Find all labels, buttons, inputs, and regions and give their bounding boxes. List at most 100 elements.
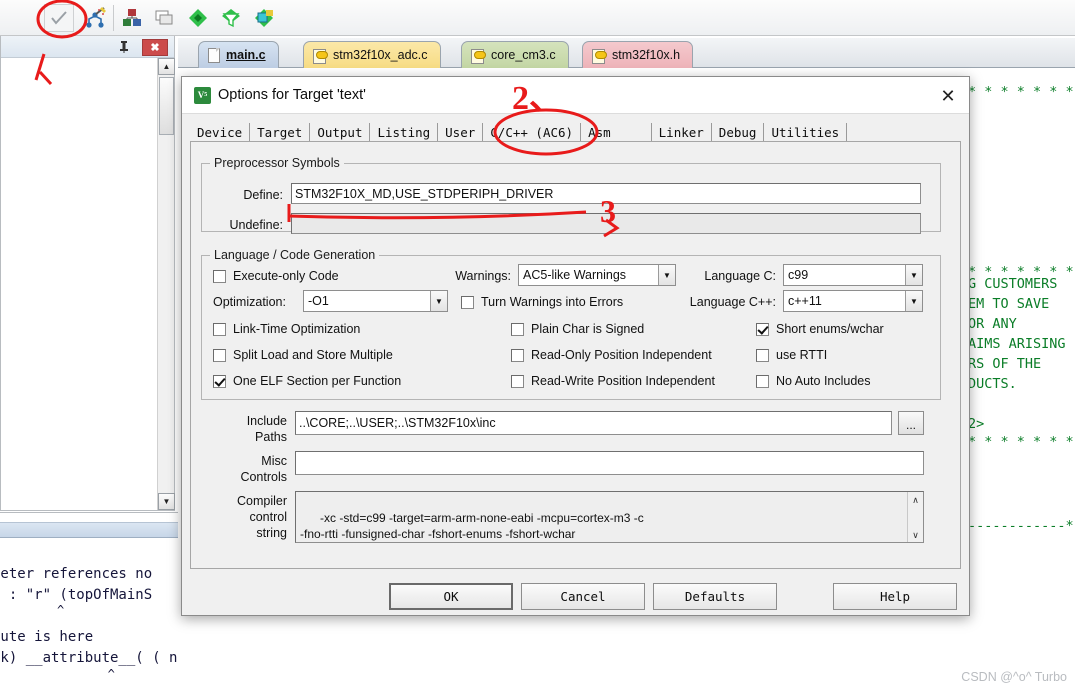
tab-target[interactable]: Target <box>250 123 311 143</box>
annotation-step-3: 3 <box>600 193 616 229</box>
short-enums-wchar-label: Short enums/wchar <box>776 322 884 336</box>
scroll-up-arrow[interactable]: ▲ <box>158 58 175 75</box>
language-cpp-select[interactable]: c++11 ▼ <box>783 290 923 312</box>
manage-project-items-icon[interactable] <box>117 4 147 32</box>
split-load-store-checkbox[interactable] <box>213 348 226 362</box>
chevron-down-icon[interactable]: ▼ <box>905 265 922 285</box>
pack-installer-icon-glyph <box>255 9 273 27</box>
split-load-store-checkbox-row[interactable]: Split Load and Store Multiple <box>213 348 393 362</box>
editor-tab-label: core_cm3.c <box>491 48 556 62</box>
pin-icon[interactable] <box>118 40 132 54</box>
windows-icon[interactable] <box>150 4 180 32</box>
execute-only-code-checkbox-row[interactable]: Execute-only Code <box>213 269 339 283</box>
execute-only-code-checkbox[interactable] <box>213 269 226 283</box>
project-panel: ✖ ▲ ▼ <box>0 36 175 511</box>
compiler-control-string-textarea[interactable]: -xc -std=c99 -target=arm-arm-none-eabi -… <box>295 491 924 543</box>
no-auto-includes-checkbox-row[interactable]: No Auto Includes <box>756 374 871 388</box>
warnings-value: AC5-like Warnings <box>523 268 627 282</box>
read-only-position-independent-checkbox-row[interactable]: Read-Only Position Independent <box>511 348 712 362</box>
warnings-select[interactable]: AC5-like Warnings ▼ <box>518 264 676 286</box>
include-paths-input[interactable]: ..\CORE;..\USER;..\STM32F10x\inc <box>295 411 892 435</box>
read-write-position-independent-label: Read-Write Position Independent <box>531 374 715 388</box>
compiler-control-string-value: -xc -std=c99 -target=arm-arm-none-eabi -… <box>300 511 644 541</box>
scroll-up-arrow[interactable]: ∧ <box>908 492 923 507</box>
scroll-down-arrow[interactable]: ∨ <box>908 527 923 542</box>
short-enums-wchar-checkbox-row[interactable]: Short enums/wchar <box>756 322 884 336</box>
editor-tab-main-c[interactable]: main.c <box>198 41 279 68</box>
editor-tab-label: stm32f10x.h <box>612 48 681 62</box>
use-rtti-label: use RTTI <box>776 348 828 362</box>
read-write-position-independent-checkbox[interactable] <box>511 374 524 388</box>
build-output-line: ^ <box>57 603 65 617</box>
code-line: EM TO SAVE <box>968 296 1050 312</box>
read-only-position-independent-checkbox[interactable] <box>511 348 524 362</box>
editor-tab-stm32f10x-adc-c[interactable]: stm32f10x_adc.c <box>303 41 441 68</box>
tab-linker[interactable]: Linker <box>652 123 712 143</box>
link-time-optimization-checkbox-row[interactable]: Link-Time Optimization <box>213 322 360 336</box>
plain-char-signed-checkbox[interactable] <box>511 322 524 336</box>
execute-only-code-label: Execute-only Code <box>233 269 339 283</box>
compiler-control-string-label-line3: string <box>256 526 287 540</box>
toolbar-separator <box>113 5 114 31</box>
editor-tab-strip: main.c stm32f10x_adc.c core_cm3.c stm32f… <box>178 38 1075 68</box>
use-rtti-checkbox-row[interactable]: use RTTI <box>756 348 827 362</box>
misc-controls-label-line1: Misc <box>261 454 287 468</box>
build-output-line: bute is here <box>0 629 94 645</box>
chevron-down-icon[interactable]: ▼ <box>905 291 922 311</box>
include-paths-label-line2: Paths <box>255 430 287 444</box>
code-line: ------------* <box>968 518 1074 534</box>
read-write-position-independent-checkbox-row[interactable]: Read-Write Position Independent <box>511 374 715 388</box>
editor-tab-core-cm3-c[interactable]: core_cm3.c <box>461 41 569 68</box>
editor-tab-label: main.c <box>226 48 266 62</box>
dialog-close-button[interactable]: ✕ <box>935 85 961 107</box>
one-elf-section-checkbox[interactable] <box>213 374 226 388</box>
chevron-down-icon[interactable]: ▼ <box>430 291 447 311</box>
turn-warnings-into-errors-checkbox[interactable] <box>461 295 474 309</box>
cancel-button[interactable]: Cancel <box>521 583 645 610</box>
code-line: 2> <box>968 416 985 432</box>
scroll-down-arrow[interactable]: ▼ <box>158 493 175 510</box>
check-icon-glyph <box>51 11 67 25</box>
project-panel-scrollbar[interactable]: ▲ ▼ <box>157 58 175 510</box>
tab-user[interactable]: User <box>438 123 484 143</box>
annotation-step-2: 2、 <box>512 80 563 117</box>
optimization-select[interactable]: -O1 ▼ <box>303 290 448 312</box>
ok-button[interactable]: OK <box>389 583 513 610</box>
link-time-optimization-label: Link-Time Optimization <box>233 322 361 336</box>
undefine-label: Undefine: <box>229 218 283 232</box>
short-enums-wchar-checkbox[interactable] <box>756 322 769 336</box>
editor-tab-stm32f10x-h[interactable]: stm32f10x.h <box>582 41 694 68</box>
code-line: OR ANY <box>968 316 1017 332</box>
tab-utilities[interactable]: Utilities <box>764 123 848 143</box>
tab-listing[interactable]: Listing <box>370 123 439 143</box>
link-time-optimization-checkbox[interactable] <box>213 322 226 336</box>
pack-installer-icon[interactable] <box>249 4 279 32</box>
scroll-thumb[interactable] <box>159 77 174 135</box>
chevron-down-icon[interactable]: ▼ <box>658 265 675 285</box>
preprocessor-symbols-legend: Preprocessor Symbols <box>214 156 340 170</box>
tab-output[interactable]: Output <box>310 123 371 143</box>
code-line: * * * * * * * * * * * * * * * * * * * * … <box>968 84 1074 100</box>
project-panel-close-button[interactable]: ✖ <box>142 39 168 56</box>
configuration-wizard-icon[interactable] <box>183 4 213 32</box>
tab-device[interactable]: Device <box>190 123 251 143</box>
check-icon[interactable] <box>44 4 74 32</box>
language-c-select[interactable]: c99 ▼ <box>783 264 923 286</box>
tab-debug[interactable]: Debug <box>712 123 765 143</box>
defaults-button[interactable]: Defaults <box>653 583 777 610</box>
include-paths-browse-button[interactable]: ... <box>898 411 924 435</box>
plain-char-signed-checkbox-row[interactable]: Plain Char is Signed <box>511 322 644 336</box>
no-auto-includes-checkbox[interactable] <box>756 374 769 388</box>
help-button[interactable]: Help <box>833 583 957 610</box>
tab-c-cpp-ac6[interactable]: C/C++ (AC6) <box>483 123 582 143</box>
filter-icon-glyph <box>222 9 240 28</box>
tab-asm[interactable]: Asm <box>581 123 652 143</box>
one-elf-section-checkbox-row[interactable]: One ELF Section per Function <box>213 374 401 388</box>
compiler-control-string-scrollbar[interactable]: ∧ ∨ <box>907 492 923 542</box>
code-line: DUCTS. <box>968 376 1017 392</box>
use-rtti-checkbox[interactable] <box>756 348 769 362</box>
misc-controls-input[interactable] <box>295 451 924 475</box>
build-target-icon[interactable] <box>80 4 110 32</box>
filter-icon[interactable] <box>216 4 246 32</box>
turn-warnings-into-errors-checkbox-row[interactable]: Turn Warnings into Errors <box>461 295 623 309</box>
